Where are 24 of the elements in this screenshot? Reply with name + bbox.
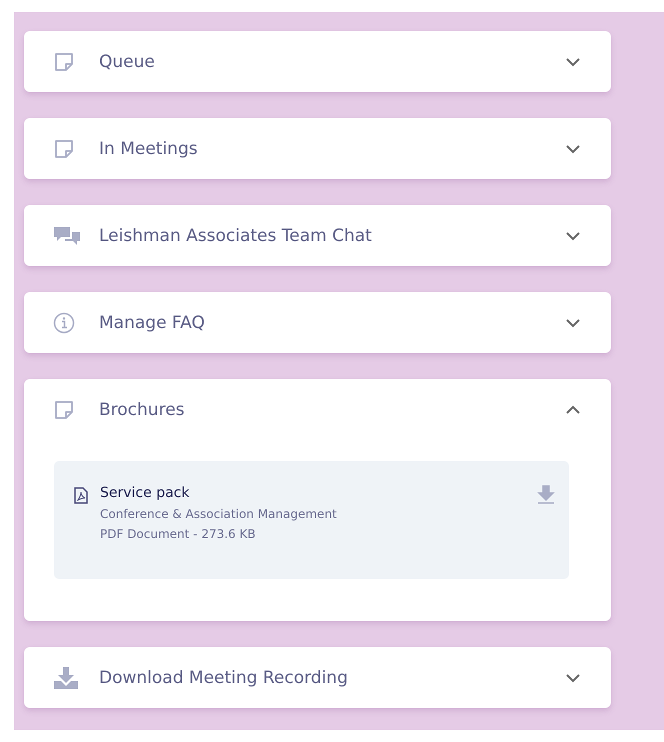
- note-icon: [53, 50, 75, 72]
- note-icon: [53, 398, 75, 420]
- download-icon: [53, 666, 79, 690]
- chevron-down-icon: [565, 318, 581, 328]
- chevron-down-icon: [565, 56, 581, 66]
- file-description: Conference & Association Management: [100, 507, 338, 521]
- accordion-header[interactable]: Queue: [24, 31, 611, 92]
- info-icon: [53, 312, 75, 334]
- file-meta: PDF Document - 273.6 KB: [100, 527, 257, 541]
- file-name: Service pack: [100, 485, 190, 501]
- file-card[interactable]: Service pack Conference & Association Management PDF Document - 273.6 KB: [54, 461, 569, 579]
- chevron-down-icon: [565, 672, 581, 682]
- accordion-header[interactable]: In Meetings: [24, 118, 611, 179]
- accordion-header[interactable]: Manage FAQ: [24, 292, 611, 353]
- note-icon: [53, 138, 75, 160]
- accordion-header[interactable]: Brochures: [24, 379, 611, 440]
- accordion-header[interactable]: Download Meeting Recording: [24, 647, 611, 708]
- chevron-down-icon: [565, 144, 581, 154]
- chevron-up-icon: [565, 404, 581, 414]
- chevron-down-icon: [565, 230, 581, 240]
- pdf-file-icon: [74, 487, 88, 504]
- accordion-header[interactable]: Leishman Associates Team Chat: [24, 205, 611, 266]
- download-icon[interactable]: [537, 485, 555, 505]
- chat-icon: [53, 224, 81, 246]
